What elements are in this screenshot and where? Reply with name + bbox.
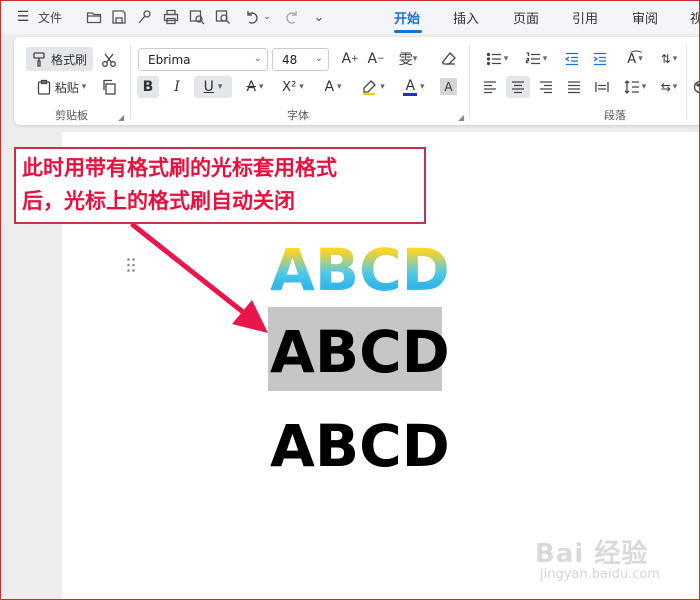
font-launcher-icon[interactable]: ◢ (458, 113, 464, 122)
grow-font-icon[interactable]: A + (340, 49, 360, 69)
doc-line-selected[interactable]: ABCD (270, 323, 450, 381)
menu-file[interactable]: 文件 (36, 0, 64, 34)
clipboard-icon (36, 79, 52, 95)
italic-button[interactable]: I (166, 76, 188, 98)
baidu-watermark: Bai 经验 (535, 539, 649, 569)
ribbon: 格式刷 粘贴 ▾ 剪贴板 ◢ Ebrima ⌄ 48 ⌄ A + A − 雯 ▾ B … (14, 37, 700, 125)
callout-line-1: 此时用带有格式刷的光标套用格式 (22, 156, 337, 180)
active-tab-indicator (394, 30, 422, 33)
underline-button[interactable]: U ▾ (194, 76, 232, 98)
underline-label: U (203, 79, 214, 95)
doc-line-plain[interactable]: ABCD (270, 417, 450, 475)
paste-button[interactable]: 粘贴 ▾ (28, 76, 94, 98)
highlight-dropdown-icon[interactable]: ▾ (380, 82, 385, 92)
format-icon[interactable] (137, 9, 153, 25)
superscript-label: X² (282, 79, 297, 95)
char-shading-button[interactable]: A (440, 78, 457, 95)
line-spacing-icon[interactable]: ▾ (620, 77, 650, 97)
callout-line-2: 后，光标上的格式刷自动关闭 (22, 189, 295, 213)
tab-home[interactable]: 开始 (394, 0, 420, 34)
annotation-callout: 此时用带有格式刷的光标套用格式 后，光标上的格式刷自动关闭 (14, 147, 426, 224)
undo-icon[interactable] (244, 9, 260, 25)
separator (469, 45, 470, 119)
shrink-font-icon[interactable]: A − (366, 49, 386, 69)
print-preview-icon[interactable] (189, 9, 205, 25)
font-name-chevron-icon: ⌄ (253, 53, 262, 64)
undo-dropdown-icon[interactable]: ⌄ (262, 9, 272, 25)
text-effect-button[interactable]: A ▾ (317, 76, 349, 98)
paste-dropdown-icon[interactable]: ▾ (82, 82, 87, 92)
superscript-dropdown-icon[interactable]: ▾ (299, 82, 304, 92)
print-icon[interactable] (163, 9, 179, 25)
font-name-select[interactable]: Ebrima ⌄ (138, 48, 268, 71)
clipboard-launcher-icon[interactable]: ◢ (118, 113, 124, 122)
styles-icon[interactable] (692, 77, 700, 97)
copy-icon[interactable] (100, 78, 118, 96)
font-size-chevron-icon: ⌄ (314, 53, 323, 64)
clear-format-icon[interactable] (439, 49, 459, 69)
menu-bar: ☰ 文件 ⌄ ⌄ 开始 插入 页面 引用 审阅 视 (0, 0, 700, 34)
font-size-select[interactable]: 48 ⌄ (272, 48, 329, 71)
align-center-icon[interactable] (506, 76, 530, 98)
decrease-indent-icon[interactable] (562, 49, 582, 69)
save-icon[interactable] (111, 9, 127, 25)
align-left-icon[interactable] (480, 77, 500, 97)
open-folder-icon[interactable] (86, 9, 102, 25)
more-chevron-icon[interactable]: ⌄ (311, 9, 327, 25)
paste-label: 粘贴 (54, 80, 79, 95)
numbered-list-icon[interactable]: ▾ (521, 49, 551, 69)
redo-icon[interactable] (284, 9, 300, 25)
paragraph-group-label: 段落 (604, 109, 626, 122)
font-group-label: 字体 (287, 109, 309, 122)
format-painter-label: 格式刷 (50, 52, 87, 67)
doc-line-gradient[interactable]: ABCD (270, 241, 450, 299)
tab-view[interactable]: 视 (690, 0, 700, 34)
clipboard-group-label: 剪贴板 (55, 109, 88, 122)
font-color-label: A (403, 77, 418, 96)
text-effect-dropdown-icon[interactable]: ▾ (337, 82, 342, 92)
superscript-button[interactable]: X² ▾ (277, 76, 309, 98)
strikethrough-button[interactable]: A ▾ (240, 76, 270, 98)
bold-button[interactable]: B (137, 76, 159, 98)
tab-page[interactable]: 页面 (513, 0, 539, 34)
tab-insert[interactable]: 插入 (453, 0, 479, 34)
paragraph-more-icon[interactable]: ⇆ ▾ (657, 77, 681, 97)
tab-references[interactable]: 引用 (572, 0, 598, 34)
format-painter-button[interactable]: 格式刷 (26, 47, 93, 71)
tab-review[interactable]: 审阅 (632, 0, 658, 34)
font-name-value: Ebrima (148, 52, 191, 67)
paragraph-drag-handle-icon[interactable] (126, 257, 136, 273)
highlight-pen-icon (361, 79, 377, 95)
text-effect-label: A (324, 79, 335, 95)
strikethrough-label: A (246, 79, 257, 95)
font-color-dropdown-icon[interactable]: ▾ (420, 82, 425, 92)
baidu-watermark-url: jingyan.baidu.com (540, 567, 660, 582)
increase-indent-icon[interactable] (590, 49, 610, 69)
justify-icon[interactable] (564, 77, 584, 97)
menu-hamburger-icon[interactable]: ☰ (16, 0, 30, 34)
distribute-icon[interactable] (592, 77, 612, 97)
font-color-button[interactable]: A ▾ (397, 76, 431, 98)
align-right-icon[interactable] (536, 77, 556, 97)
sort-icon[interactable]: ⇅ ▾ (657, 49, 681, 69)
brush-icon (32, 51, 48, 67)
font-size-value: 48 (282, 52, 298, 67)
separator (130, 45, 131, 119)
cut-icon[interactable] (100, 51, 118, 69)
find-icon[interactable] (215, 9, 231, 25)
bullet-list-icon[interactable]: ▾ (482, 49, 512, 69)
highlight-button[interactable]: ▾ (357, 76, 389, 98)
phonetic-guide-icon[interactable]: 雯 ▾ (397, 49, 419, 69)
underline-dropdown-icon[interactable]: ▾ (218, 82, 223, 92)
separator (686, 45, 687, 119)
text-direction-icon[interactable]: A͡ ▾ (620, 49, 650, 69)
strikethrough-dropdown-icon[interactable]: ▾ (259, 82, 264, 92)
